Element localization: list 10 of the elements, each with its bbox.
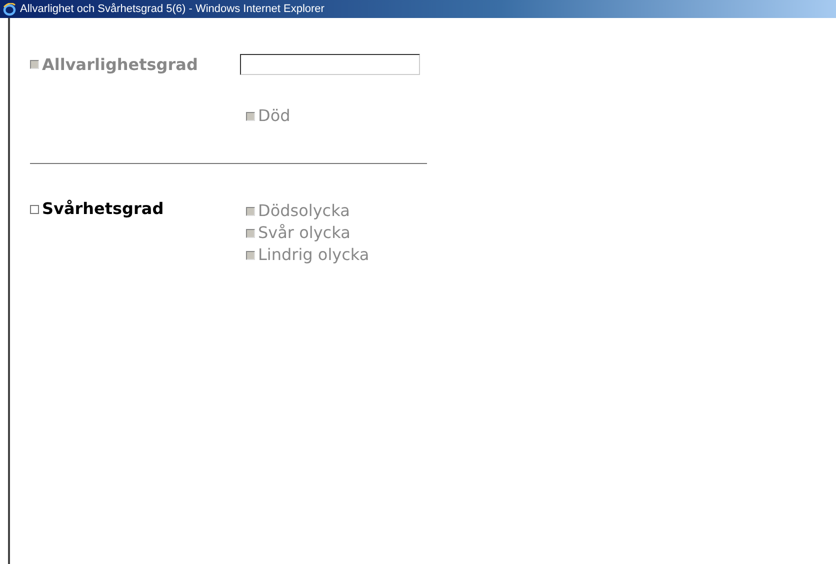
checkbox-label: Lindrig olycka [258,244,370,266]
checkbox-label: Svår olycka [258,222,350,244]
browser-logo-icon [3,2,16,16]
checkbox-label: Dödsolycka [258,200,350,222]
section-label: Svårhetsgrad [42,198,164,220]
checkbox-label: Död [258,105,290,127]
input-field[interactable] [240,54,420,75]
checkbox[interactable] [30,204,39,214]
window-title: Allvarlighet och Svårhetsgrad 5(6) - Windows Internet Explorer [20,3,324,15]
section-label: Allvarlighetsgrad [42,55,198,74]
